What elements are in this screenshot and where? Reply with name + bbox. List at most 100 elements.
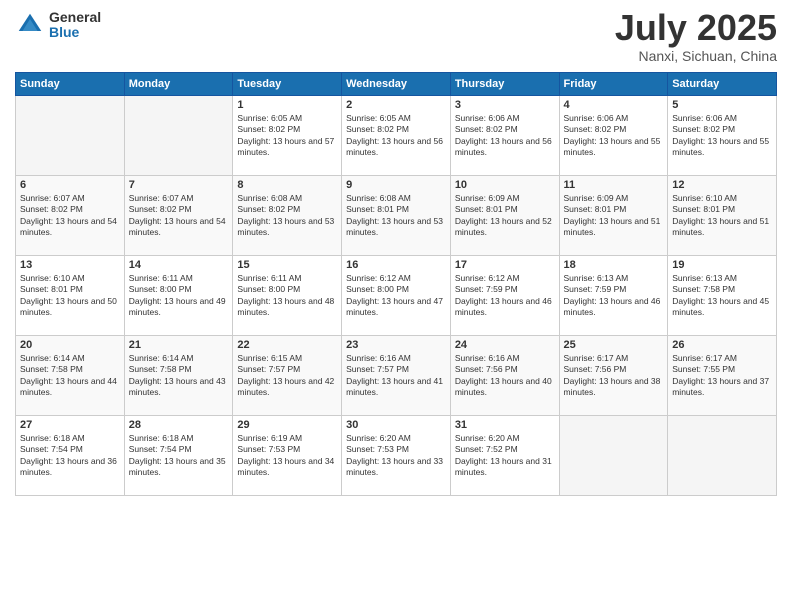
day-number: 21 xyxy=(129,339,229,351)
page: General Blue July 2025 Nanxi, Sichuan, C… xyxy=(0,0,792,612)
day-info: Sunrise: 6:07 AM Sunset: 8:02 PM Dayligh… xyxy=(20,193,120,239)
day-info: Sunrise: 6:18 AM Sunset: 7:54 PM Dayligh… xyxy=(129,433,229,479)
calendar-cell: 5 Sunrise: 6:06 AM Sunset: 8:02 PM Daylig… xyxy=(668,96,777,176)
day-info: Sunrise: 6:07 AM Sunset: 8:02 PM Dayligh… xyxy=(129,193,229,239)
day-number: 16 xyxy=(346,259,446,271)
day-info: Sunrise: 6:06 AM Sunset: 8:02 PM Dayligh… xyxy=(672,113,772,159)
day-info: Sunrise: 6:14 AM Sunset: 7:58 PM Dayligh… xyxy=(129,353,229,399)
day-number: 9 xyxy=(346,179,446,191)
day-info: Sunrise: 6:06 AM Sunset: 8:02 PM Dayligh… xyxy=(564,113,664,159)
calendar-table: SundayMondayTuesdayWednesdayThursdayFrid… xyxy=(15,72,777,496)
calendar-cell: 3 Sunrise: 6:06 AM Sunset: 8:02 PM Daylig… xyxy=(450,96,559,176)
calendar-cell xyxy=(16,96,125,176)
calendar-cell xyxy=(668,416,777,496)
calendar-cell: 23Sunrise: 6:16 AM Sunset: 7:57 PM Dayli… xyxy=(342,336,451,416)
calendar-cell: 12 Sunrise: 6:10 AM Sunset: 8:01 PM Dayli… xyxy=(668,176,777,256)
day-info: Sunrise: 6:10 AM Sunset: 8:01 PM Dayligh… xyxy=(672,193,772,239)
calendar-week-row: 20 Sunrise: 6:14 AM Sunset: 7:58 PM Dayli… xyxy=(16,336,777,416)
calendar-header-tuesday: Tuesday xyxy=(233,73,342,96)
day-number: 20 xyxy=(20,339,120,351)
day-number: 25 xyxy=(564,339,664,351)
calendar-cell: 27Sunrise: 6:18 AM Sunset: 7:54 PM Dayli… xyxy=(16,416,125,496)
calendar-cell: 21 Sunrise: 6:14 AM Sunset: 7:58 PM Dayli… xyxy=(124,336,233,416)
day-info: Sunrise: 6:12 AM Sunset: 7:59 PM Dayligh… xyxy=(455,273,555,319)
day-info: Sunrise: 6:20 AM Sunset: 7:53 PM Dayligh… xyxy=(346,433,446,479)
day-number: 24 xyxy=(455,339,555,351)
calendar-cell: 17 Sunrise: 6:12 AM Sunset: 7:59 PM Dayli… xyxy=(450,256,559,336)
day-info: Sunrise: 6:06 AM Sunset: 8:02 PM Dayligh… xyxy=(455,113,555,159)
calendar-cell: 16Sunrise: 6:12 AM Sunset: 8:00 PM Dayli… xyxy=(342,256,451,336)
calendar-cell: 4Sunrise: 6:06 AM Sunset: 8:02 PM Daylig… xyxy=(559,96,668,176)
calendar-header-monday: Monday xyxy=(124,73,233,96)
calendar-cell: 14 Sunrise: 6:11 AM Sunset: 8:00 PM Dayli… xyxy=(124,256,233,336)
calendar-cell: 8Sunrise: 6:08 AM Sunset: 8:02 PM Daylig… xyxy=(233,176,342,256)
day-number: 26 xyxy=(672,339,772,351)
day-number: 7 xyxy=(129,179,229,191)
day-info: Sunrise: 6:05 AM Sunset: 8:02 PM Dayligh… xyxy=(346,113,446,159)
calendar-header-wednesday: Wednesday xyxy=(342,73,451,96)
logo-icon xyxy=(15,10,45,40)
calendar-cell: 24 Sunrise: 6:16 AM Sunset: 7:56 PM Dayli… xyxy=(450,336,559,416)
calendar-week-row: 1 Sunrise: 6:05 AM Sunset: 8:02 PM Daylig… xyxy=(16,96,777,176)
logo-general: General xyxy=(49,10,101,25)
day-number: 31 xyxy=(455,419,555,431)
calendar-cell: 6Sunrise: 6:07 AM Sunset: 8:02 PM Daylig… xyxy=(16,176,125,256)
day-number: 14 xyxy=(129,259,229,271)
day-number: 28 xyxy=(129,419,229,431)
day-info: Sunrise: 6:16 AM Sunset: 7:57 PM Dayligh… xyxy=(346,353,446,399)
calendar-cell: 20 Sunrise: 6:14 AM Sunset: 7:58 PM Dayli… xyxy=(16,336,125,416)
day-info: Sunrise: 6:19 AM Sunset: 7:53 PM Dayligh… xyxy=(237,433,337,479)
calendar-cell: 9 Sunrise: 6:08 AM Sunset: 8:01 PM Daylig… xyxy=(342,176,451,256)
day-info: Sunrise: 6:08 AM Sunset: 8:01 PM Dayligh… xyxy=(346,193,446,239)
day-number: 2 xyxy=(346,99,446,111)
day-number: 5 xyxy=(672,99,772,111)
calendar-cell: 19 Sunrise: 6:13 AM Sunset: 7:58 PM Dayli… xyxy=(668,256,777,336)
day-number: 11 xyxy=(564,179,664,191)
calendar-cell: 11Sunrise: 6:09 AM Sunset: 8:01 PM Dayli… xyxy=(559,176,668,256)
day-info: Sunrise: 6:20 AM Sunset: 7:52 PM Dayligh… xyxy=(455,433,555,479)
logo-text: General Blue xyxy=(49,10,101,41)
calendar-cell: 29 Sunrise: 6:19 AM Sunset: 7:53 PM Dayli… xyxy=(233,416,342,496)
day-info: Sunrise: 6:14 AM Sunset: 7:58 PM Dayligh… xyxy=(20,353,120,399)
day-number: 17 xyxy=(455,259,555,271)
day-number: 8 xyxy=(237,179,337,191)
calendar-cell: 7 Sunrise: 6:07 AM Sunset: 8:02 PM Daylig… xyxy=(124,176,233,256)
month-title: July 2025 xyxy=(615,10,777,46)
day-info: Sunrise: 6:13 AM Sunset: 7:59 PM Dayligh… xyxy=(564,273,664,319)
calendar-cell: 1Sunrise: 6:05 AM Sunset: 8:02 PM Daylig… xyxy=(233,96,342,176)
day-number: 19 xyxy=(672,259,772,271)
calendar-cell xyxy=(124,96,233,176)
logo-blue: Blue xyxy=(49,25,101,40)
calendar-header-sunday: Sunday xyxy=(16,73,125,96)
day-number: 1 xyxy=(237,99,337,111)
calendar-cell: 13 Sunrise: 6:10 AM Sunset: 8:01 PM Dayli… xyxy=(16,256,125,336)
day-number: 12 xyxy=(672,179,772,191)
day-number: 13 xyxy=(20,259,120,271)
calendar-cell: 25Sunrise: 6:17 AM Sunset: 7:56 PM Dayli… xyxy=(559,336,668,416)
day-info: Sunrise: 6:09 AM Sunset: 8:01 PM Dayligh… xyxy=(455,193,555,239)
calendar-cell: 30Sunrise: 6:20 AM Sunset: 7:53 PM Dayli… xyxy=(342,416,451,496)
day-info: Sunrise: 6:11 AM Sunset: 8:00 PM Dayligh… xyxy=(129,273,229,319)
day-info: Sunrise: 6:17 AM Sunset: 7:55 PM Dayligh… xyxy=(672,353,772,399)
day-info: Sunrise: 6:13 AM Sunset: 7:58 PM Dayligh… xyxy=(672,273,772,319)
day-info: Sunrise: 6:10 AM Sunset: 8:01 PM Dayligh… xyxy=(20,273,120,319)
calendar-week-row: 13 Sunrise: 6:10 AM Sunset: 8:01 PM Dayli… xyxy=(16,256,777,336)
calendar-cell: 22Sunrise: 6:15 AM Sunset: 7:57 PM Dayli… xyxy=(233,336,342,416)
day-number: 3 xyxy=(455,99,555,111)
calendar-cell: 15Sunrise: 6:11 AM Sunset: 8:00 PM Dayli… xyxy=(233,256,342,336)
day-number: 18 xyxy=(564,259,664,271)
day-number: 10 xyxy=(455,179,555,191)
day-info: Sunrise: 6:18 AM Sunset: 7:54 PM Dayligh… xyxy=(20,433,120,479)
calendar-cell: 26 Sunrise: 6:17 AM Sunset: 7:55 PM Dayli… xyxy=(668,336,777,416)
calendar-header-friday: Friday xyxy=(559,73,668,96)
calendar-header-row: SundayMondayTuesdayWednesdayThursdayFrid… xyxy=(16,73,777,96)
title-area: July 2025 Nanxi, Sichuan, China xyxy=(615,10,777,64)
calendar-cell: 31 Sunrise: 6:20 AM Sunset: 7:52 PM Dayli… xyxy=(450,416,559,496)
calendar-cell: 28 Sunrise: 6:18 AM Sunset: 7:54 PM Dayli… xyxy=(124,416,233,496)
day-number: 15 xyxy=(237,259,337,271)
day-number: 22 xyxy=(237,339,337,351)
calendar-header-saturday: Saturday xyxy=(668,73,777,96)
header: General Blue July 2025 Nanxi, Sichuan, C… xyxy=(15,10,777,64)
day-info: Sunrise: 6:16 AM Sunset: 7:56 PM Dayligh… xyxy=(455,353,555,399)
day-number: 29 xyxy=(237,419,337,431)
